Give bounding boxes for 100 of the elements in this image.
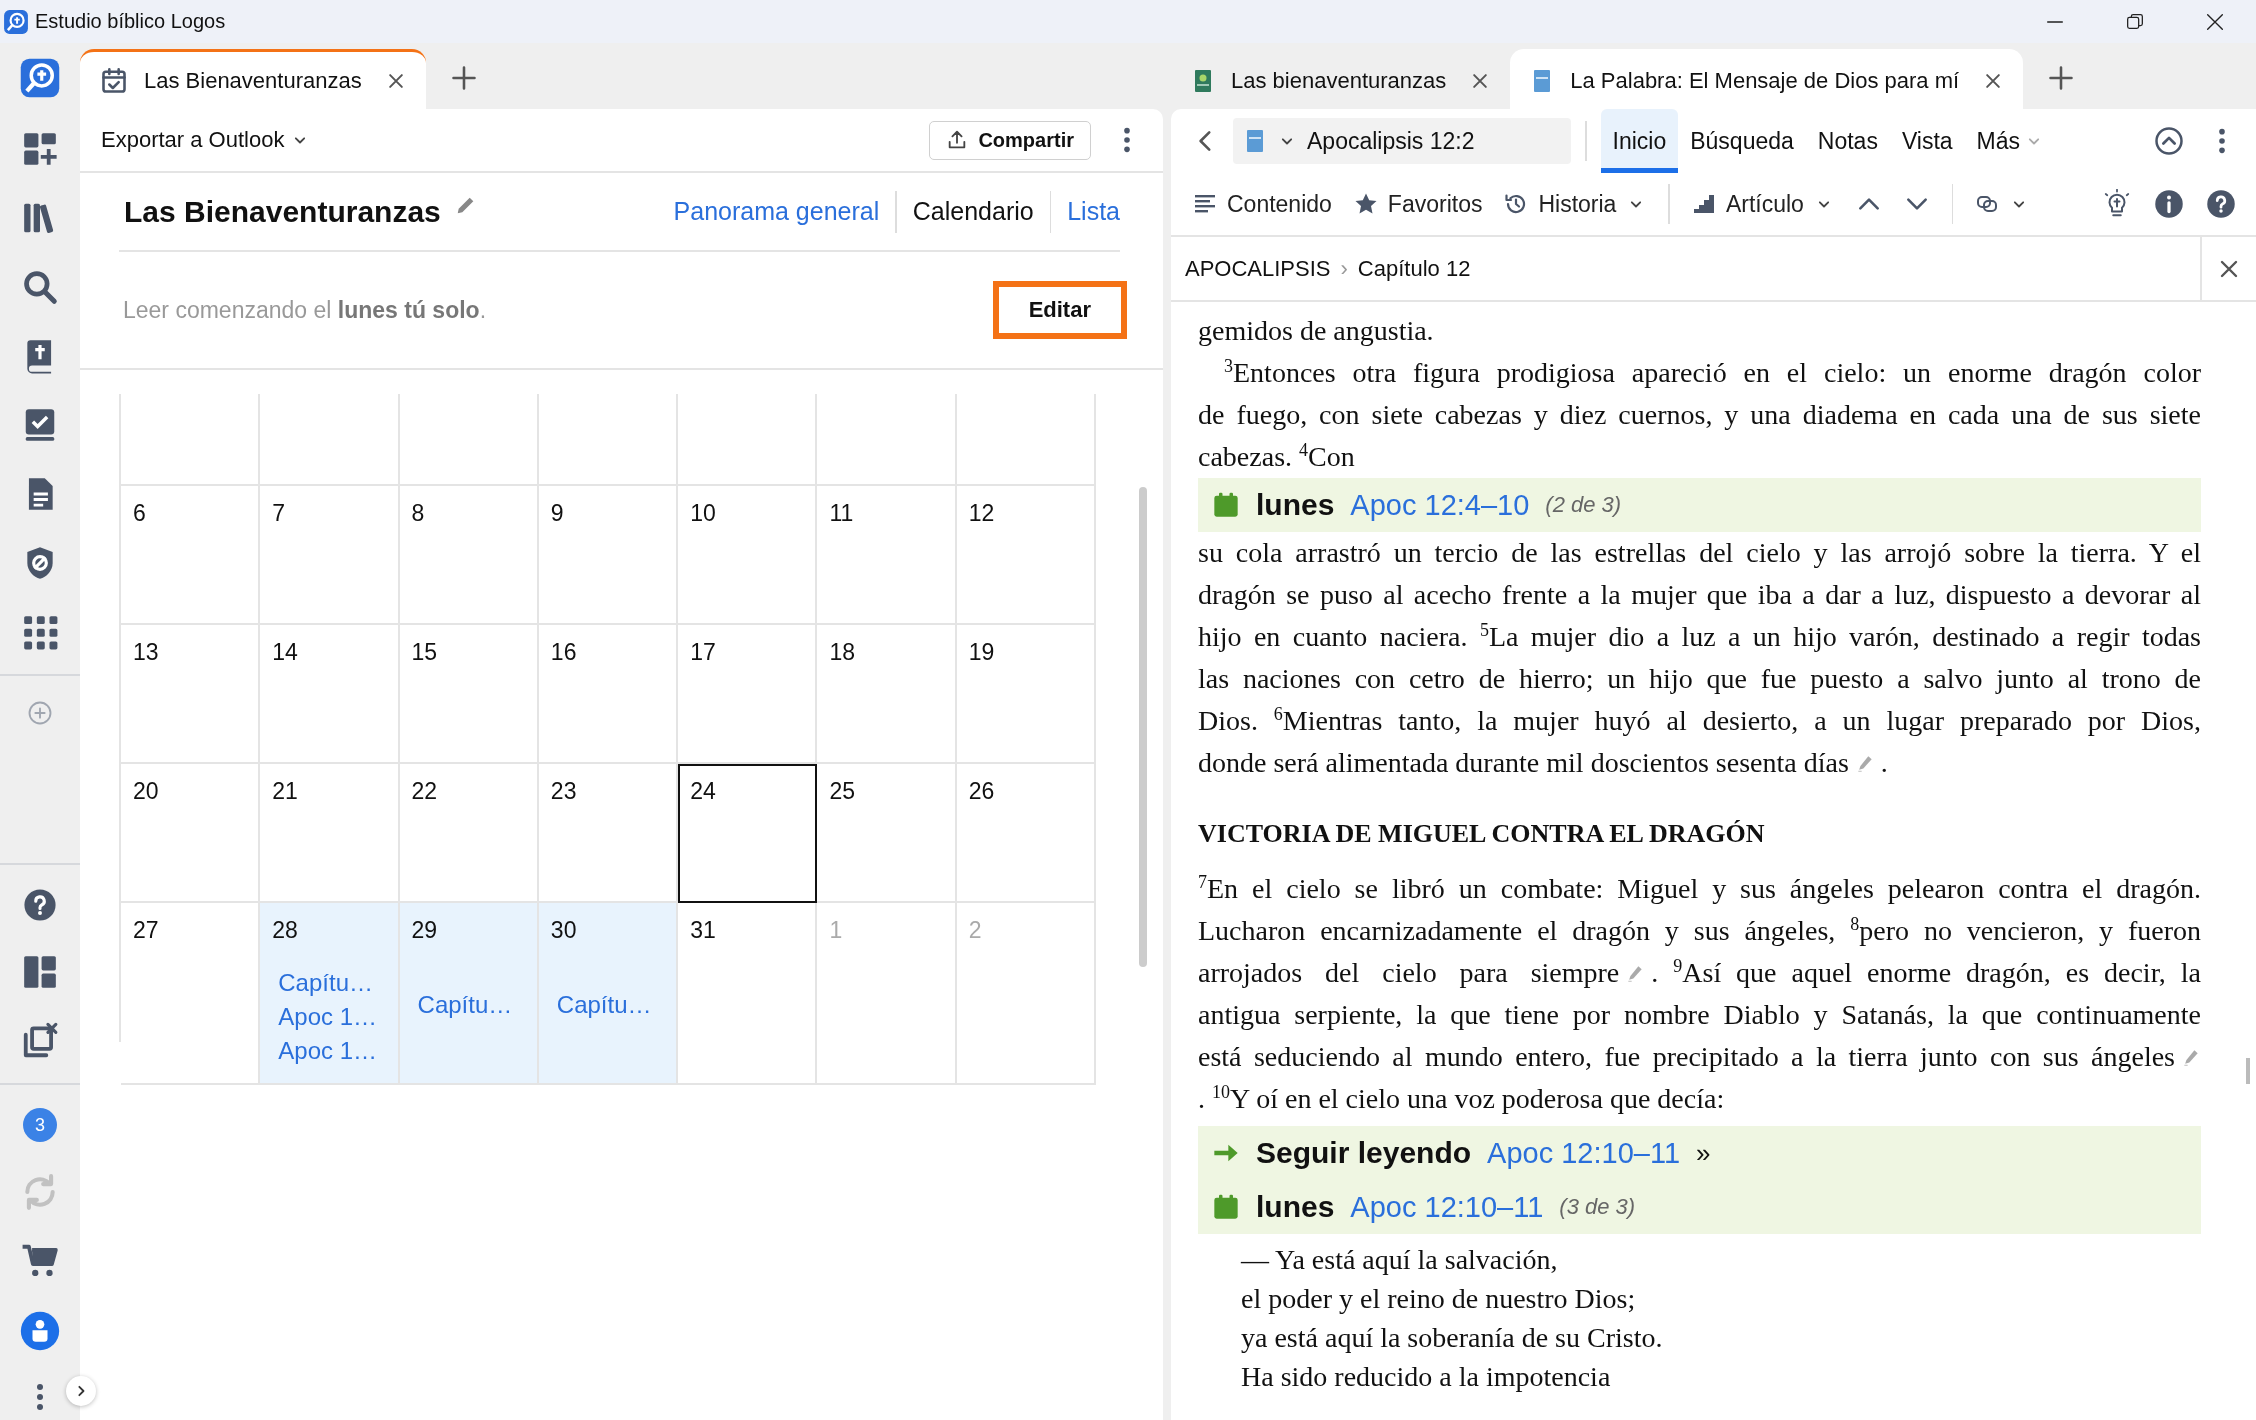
day-number: 12 — [968, 500, 995, 527]
lightbulb-icon[interactable] — [2102, 189, 2132, 219]
document-tab[interactable]: La Palabra: El Mensaje de Dios para mí — [1510, 49, 2024, 109]
reading-link[interactable]: Capítu… — [556, 988, 652, 1022]
reading-link[interactable]: Apoc 1… — [278, 1000, 377, 1034]
calendar-cell[interactable]: 25 — [817, 764, 957, 903]
day-number: 31 — [690, 917, 716, 944]
calendar-cell[interactable]: 9 — [538, 486, 679, 625]
search-icon[interactable] — [21, 268, 59, 306]
calendar-cell[interactable] — [678, 394, 818, 486]
poetry-line: — Ya está aquí la salvación, — [1241, 1243, 1558, 1277]
calendar-cell[interactable] — [817, 394, 957, 486]
calendar-cell[interactable]: 13 — [121, 625, 261, 764]
scrollbar-thumb[interactable] — [2246, 1058, 2250, 1084]
reading-link[interactable]: Apoc 1… — [278, 1034, 377, 1068]
help-icon[interactable] — [23, 888, 57, 922]
day-number: 11 — [829, 500, 854, 527]
plan-title: Las Bienaventuranzas — [124, 194, 441, 229]
breadcrumb-chapter[interactable]: Capítulo 12 — [1357, 255, 1471, 282]
reading-link[interactable]: Capítu… — [278, 966, 373, 1000]
bible-text: . $^{9}$Así que aquel enorme dragón, es decir, la — [1651, 954, 2201, 990]
day-number: 13 — [133, 639, 159, 666]
calendar-cell[interactable]: 16 — [538, 625, 679, 764]
calendar-cell[interactable]: 20 — [121, 764, 261, 903]
reference-link[interactable]: Apoc 12:10–11 — [1487, 1132, 1681, 1174]
day-number: 7 — [272, 500, 286, 527]
calendar-cell[interactable]: 29 Capítu… — [399, 903, 539, 1085]
poetry-line: ya está aquí la soberanía de su Cristo. — [1241, 1321, 1663, 1355]
calendar-cell[interactable] — [538, 394, 679, 486]
app-logo-icon[interactable] — [19, 57, 61, 99]
calendar-cell[interactable]: 10 — [678, 486, 818, 625]
breadcrumb-book[interactable]: APOCALIPSIS — [1185, 255, 1331, 282]
collapse-icon[interactable] — [2154, 126, 2184, 156]
document-tab[interactable]: Las Bienaventuranzas — [80, 49, 426, 109]
day-number: 8 — [411, 500, 425, 527]
view-tab[interactable]: Panorama general — [673, 197, 880, 226]
calendar-cell[interactable]: 28 Capítu… Apoc 1… Apoc 1… — [260, 903, 400, 1085]
export-dropdown[interactable]: Exportar a Outlook — [101, 127, 311, 153]
day-number: 30 — [550, 917, 577, 944]
view-tab[interactable]: Calendario — [912, 197, 1034, 226]
calendar-cell[interactable]: 31 — [678, 903, 818, 1085]
help-icon[interactable] — [2206, 189, 2236, 219]
calendar-cell[interactable]: 12 — [956, 486, 1096, 625]
day-number: 21 — [272, 778, 298, 805]
apps-grid-icon[interactable] — [21, 613, 59, 651]
calendar-cell[interactable] — [260, 394, 400, 486]
account-icon[interactable] — [20, 1311, 60, 1351]
day-number: 29 — [411, 917, 438, 944]
day-number: 9 — [550, 500, 564, 527]
bible-text: antigua serpiente, la que tiene por nombre Diablo y Satanás, la que continuamente — [1198, 998, 2201, 1032]
bible-text: donde será alimentada durante mil doscientos sesenta días — [1198, 746, 1849, 780]
calendar-cell[interactable]: 14 — [260, 625, 400, 764]
layout-icon[interactable] — [21, 953, 59, 991]
scrollbar-thumb[interactable] — [1139, 487, 1147, 967]
new-tab-icon[interactable] — [2047, 64, 2076, 92]
view-tab[interactable]: Lista — [1067, 197, 1120, 226]
reference-link[interactable]: Apoc 12:4–10 — [1350, 484, 1530, 526]
day-number: 27 — [133, 917, 159, 944]
bible-text: Dios. $^{6}$Mientras tanto, la mujer huyó al desierto, a un lugar preparado por Dios, — [1198, 702, 2201, 738]
reference-link[interactable]: Apoc 12:10–11 — [1350, 1186, 1544, 1228]
calendar-cell[interactable]: 18 — [817, 625, 957, 764]
dashboard-add-icon[interactable] — [21, 130, 59, 168]
new-tab-icon[interactable] — [449, 64, 478, 92]
close-panels-icon[interactable] — [21, 1022, 59, 1060]
toolbar-button[interactable]: Artículo — [1691, 190, 1834, 218]
calendar-cell[interactable]: 26 — [956, 764, 1096, 903]
notification-badge[interactable]: 3 — [23, 1108, 57, 1142]
reading-link[interactable]: Capítu… — [417, 988, 513, 1022]
bible-text: $^{7}$En el cielo se libró un combate: Miguel y sus ángeles pelearon contra el dragón. — [1198, 870, 2201, 906]
toolbar-button[interactable]: Historia — [1504, 190, 1647, 218]
bible-text: $^{3}$Entonces otra figura prodigiosa apareció en el cielo: un enorme dragón color — [1224, 354, 2201, 390]
info-icon[interactable] — [2154, 189, 2184, 219]
document-tab[interactable]: Las bienaventuranzas — [1171, 49, 1511, 109]
share-button[interactable]: Compartir — [929, 120, 1091, 160]
calendar-cell[interactable]: 11 — [817, 486, 957, 625]
calendar-cell[interactable]: 15 — [399, 625, 539, 764]
calendar-cell[interactable] — [121, 394, 261, 486]
day-number: 15 — [411, 639, 438, 666]
menu-tab[interactable]: Vista — [1889, 109, 1965, 173]
toolbar-button[interactable]: Favoritos — [1353, 190, 1483, 218]
menu-tab[interactable]: Más — [1964, 109, 2057, 173]
toolbar-button[interactable]: Contenido — [1193, 190, 1332, 218]
reference-field[interactable]: Apocalipsis 12:2 — [1233, 118, 1571, 164]
app-logo-icon — [3, 8, 29, 35]
calendar-cell[interactable]: 30 Capítu… — [538, 903, 679, 1085]
menu-tab[interactable]: Búsqueda — [1678, 109, 1806, 173]
edit-button[interactable]: Editar — [992, 281, 1127, 339]
calendar-cell[interactable]: 7 — [260, 486, 400, 625]
calendar-cell[interactable]: 19 — [956, 625, 1096, 764]
calendar-cell[interactable]: 8 — [399, 486, 539, 625]
calendar-cell[interactable]: 6 — [121, 486, 261, 625]
calendar-cell[interactable] — [399, 394, 539, 486]
menu-tab[interactable]: Inicio — [1600, 109, 1679, 173]
calendar-icon — [1212, 1193, 1240, 1221]
calendar-cell[interactable]: 24 — [678, 764, 818, 903]
calendar-cell[interactable] — [956, 394, 1096, 486]
calendar-cell[interactable]: 17 — [678, 625, 818, 764]
more-arrow[interactable]: » — [1696, 1132, 1711, 1174]
calendar-icon — [1212, 491, 1240, 519]
menu-tab[interactable]: Notas — [1805, 109, 1890, 173]
